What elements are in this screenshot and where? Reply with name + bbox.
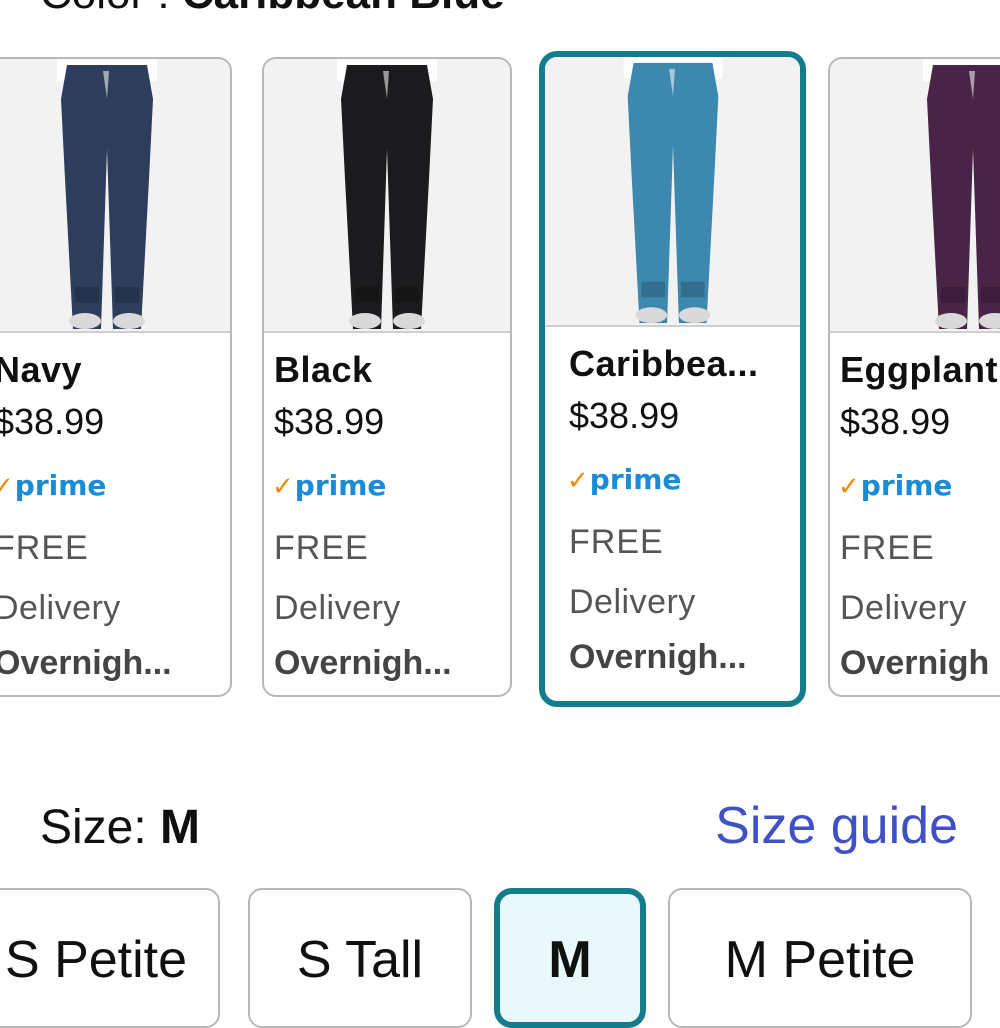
size-option-s-tall[interactable]: S Tall — [248, 888, 472, 1028]
prime-check-icon: ✓ — [272, 472, 294, 502]
free-label: FREE — [274, 529, 369, 567]
swatch-name: Navy — [0, 349, 83, 390]
swatch-black[interactable]: Black $38.99 ✓prime FREE Delivery Overni… — [262, 57, 512, 697]
swatch-price: $38.99 — [840, 401, 951, 442]
size-option-label: M — [548, 931, 592, 989]
free-label: FREE — [569, 523, 664, 561]
prime-badge: ✓prime — [838, 469, 953, 502]
delivery-speed: Overnigh... — [569, 638, 747, 676]
swatch-price: $38.99 — [274, 401, 385, 442]
product-image — [545, 57, 800, 327]
size-option-label: S Tall — [296, 931, 424, 989]
color-swatch-carousel[interactable]: Navy $38.99 ✓prime FREE Delivery Overnig… — [0, 0, 1000, 720]
size-option-label: M Petite — [724, 931, 916, 989]
size-option-m-petite[interactable]: M Petite — [668, 888, 972, 1028]
prime-check-icon: ✓ — [567, 466, 589, 496]
delivery-speed: Overnigh... — [0, 644, 172, 682]
selected-size-value: M — [160, 801, 201, 854]
pants-illustration — [337, 59, 437, 329]
delivery-label: Delivery — [274, 589, 401, 627]
size-guide-link[interactable]: Size guide — [715, 796, 958, 856]
pants-illustration — [623, 57, 722, 324]
delivery-label: Delivery — [0, 589, 121, 627]
pants-illustration — [57, 59, 157, 329]
free-label: FREE — [840, 529, 935, 567]
product-image — [264, 59, 510, 333]
prime-check-icon: ✓ — [838, 472, 860, 502]
prime-badge: ✓prime — [0, 469, 106, 502]
swatch-name: Black — [274, 349, 373, 390]
swatch-caribbean-blue[interactable]: Caribbea... $38.99 ✓prime FREE Delivery … — [539, 51, 806, 707]
swatch-name: Caribbea... — [569, 343, 759, 384]
swatch-navy[interactable]: Navy $38.99 ✓prime FREE Delivery Overnig… — [0, 57, 232, 697]
swatch-name: Eggplant — [840, 349, 998, 390]
size-option-s-petite[interactable]: S Petite — [0, 888, 220, 1028]
product-image — [0, 59, 230, 333]
delivery-label: Delivery — [840, 589, 967, 627]
free-label: FREE — [0, 529, 89, 567]
swatch-price: $38.99 — [0, 401, 105, 442]
swatch-price: $38.99 — [569, 395, 680, 436]
size-option-label: S Petite — [4, 931, 188, 989]
swatch-eggplant[interactable]: Eggplant $38.99 ✓prime FREE Delivery Ove… — [828, 57, 1000, 697]
prime-check-icon: ✓ — [0, 472, 14, 502]
size-label: Size: M — [40, 801, 201, 854]
delivery-label: Delivery — [569, 583, 696, 621]
product-image — [830, 59, 1000, 333]
pants-illustration — [923, 59, 1000, 329]
delivery-speed: Overnigh — [840, 644, 990, 682]
delivery-speed: Overnigh... — [274, 644, 452, 682]
size-option-m[interactable]: M — [494, 888, 646, 1028]
prime-badge: ✓prime — [272, 469, 387, 502]
prime-badge: ✓prime — [567, 463, 682, 496]
